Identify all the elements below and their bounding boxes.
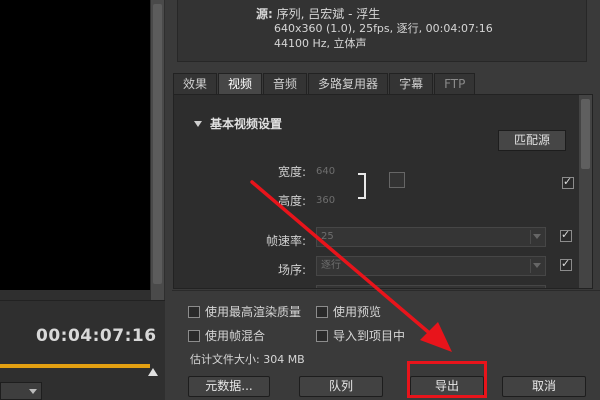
chevron-down-icon — [29, 389, 37, 394]
summary-source-label: 源: — [256, 7, 273, 21]
tab-captions[interactable]: 字幕 — [389, 73, 434, 94]
frame-blending-label: 使用帧混合 — [205, 329, 266, 343]
video-settings-area: 基本视频设置 匹配源 宽度: 640 高度: 360 帧速率: 25 场序: 逐… — [173, 94, 593, 289]
max-render-quality-option[interactable]: 使用最高渲染质量 — [188, 303, 301, 320]
height-label: 高度: — [277, 194, 306, 208]
tab-multiplexer[interactable]: 多路复用器 — [308, 73, 389, 94]
tab-ftp[interactable]: FTP — [434, 73, 476, 94]
height-value[interactable]: 360 — [316, 195, 335, 206]
estimated-file-size: 估计文件大小: 304 MB — [190, 353, 305, 366]
width-height-checkbox[interactable] — [562, 175, 574, 189]
tab-effects[interactable]: 效果 — [173, 73, 218, 94]
section-header-basic-video[interactable]: 基本视频设置 — [194, 115, 282, 132]
aspect-dropdown-partial[interactable] — [316, 285, 546, 289]
zoom-dropdown[interactable] — [0, 382, 42, 400]
max-render-quality-checkbox[interactable] — [188, 306, 200, 318]
chevron-down-icon — [533, 263, 541, 268]
use-preview-option[interactable]: 使用预览 — [316, 303, 381, 320]
aspect-link-bracket-icon — [358, 173, 366, 199]
frame-rate-value: 25 — [321, 231, 334, 242]
divider — [172, 290, 600, 291]
playhead-marker-icon[interactable] — [148, 368, 158, 376]
width-label: 宽度: — [277, 165, 306, 179]
match-source-button[interactable]: 匹配源 — [498, 130, 566, 151]
export-highlight-box — [407, 361, 487, 398]
dropdown-separator — [530, 288, 531, 289]
tab-video[interactable]: 视频 — [218, 73, 263, 94]
section-title: 基本视频设置 — [210, 117, 283, 131]
use-preview-label: 使用预览 — [333, 305, 382, 319]
dropdown-separator — [530, 259, 531, 273]
field-order-dropdown[interactable]: 逐行 — [316, 256, 546, 276]
max-render-quality-label: 使用最高渲染质量 — [205, 305, 302, 319]
width-value[interactable]: 640 — [316, 166, 335, 177]
summary-audio-info: 44100 Hz, 立体声 — [274, 37, 367, 50]
import-into-project-checkbox[interactable] — [316, 330, 328, 342]
summary-video-info: 640x360 (1.0), 25fps, 逐行, 00:04:07:16 — [274, 22, 493, 35]
video-preview — [0, 0, 150, 290]
monitor-scrollbar[interactable] — [151, 0, 164, 300]
settings-tabs: 效果 视频 音频 多路复用器 字幕 FTP — [173, 73, 476, 94]
timecode-display: 00:04:07:16 — [36, 326, 157, 346]
metadata-button[interactable]: 元数据... — [188, 376, 270, 397]
scrollbar-thumb[interactable] — [581, 99, 590, 169]
settings-scrollbar[interactable] — [579, 95, 592, 288]
divider — [0, 300, 165, 301]
export-summary: 源: 序列, 吕宏斌 - 浮生 640x360 (1.0), 25fps, 逐行… — [177, 0, 587, 62]
import-into-project-label: 导入到项目中 — [333, 329, 406, 343]
queue-button[interactable]: 队列 — [299, 376, 383, 397]
disclosure-triangle-icon[interactable] — [194, 121, 202, 127]
use-preview-checkbox[interactable] — [316, 306, 328, 318]
program-monitor-panel: 00:04:07:16 — [0, 0, 165, 400]
summary-source-value: 序列, 吕宏斌 - 浮生 — [276, 7, 381, 21]
timeline-bar[interactable] — [0, 364, 150, 368]
scrollbar-thumb[interactable] — [153, 4, 162, 284]
frame-rate-dropdown[interactable]: 25 — [316, 227, 546, 247]
frame-blending-option[interactable]: 使用帧混合 — [188, 327, 265, 344]
field-order-checkbox[interactable] — [560, 257, 572, 271]
aspect-checkbox[interactable] — [561, 286, 570, 288]
frame-blending-checkbox[interactable] — [188, 330, 200, 342]
field-order-label: 场序: — [277, 263, 306, 277]
import-into-project-option[interactable]: 导入到项目中 — [316, 327, 405, 344]
chevron-down-icon — [533, 234, 541, 239]
frame-rate-label: 帧速率: — [265, 234, 306, 248]
field-order-value: 逐行 — [321, 260, 341, 271]
dropdown-separator — [530, 230, 531, 244]
tab-audio[interactable]: 音频 — [263, 73, 308, 94]
frame-rate-checkbox[interactable] — [560, 228, 572, 242]
cancel-button[interactable]: 取消 — [502, 376, 586, 397]
aspect-lock-toggle[interactable] — [389, 172, 405, 188]
